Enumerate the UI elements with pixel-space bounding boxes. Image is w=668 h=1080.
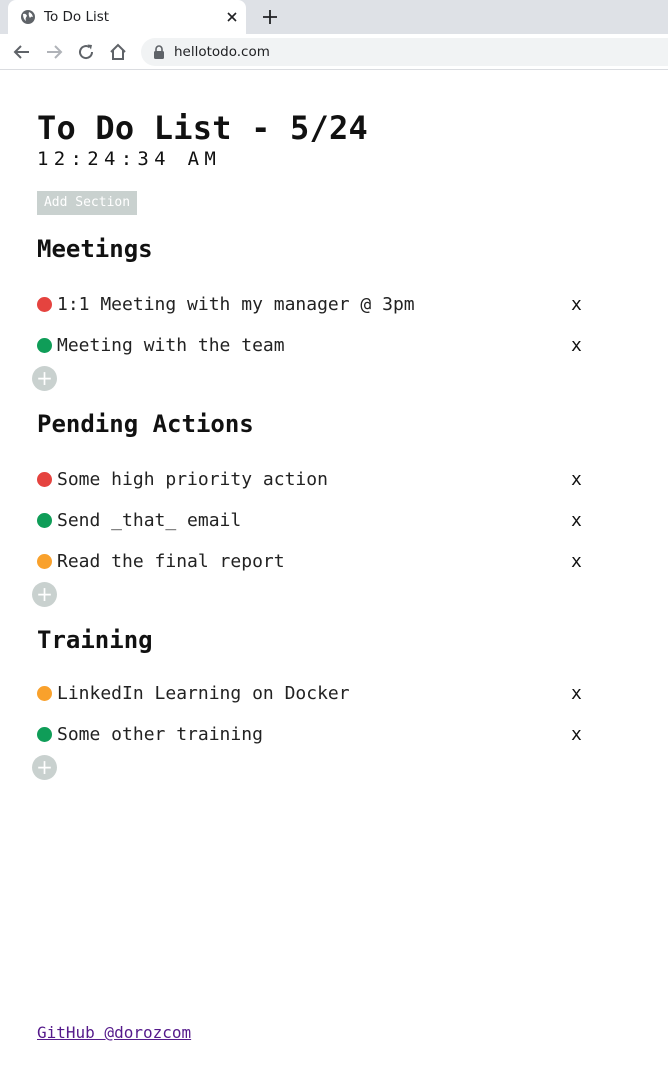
address-bar[interactable]: hellotodo.com (141, 38, 668, 66)
todo-item-text[interactable]: 1:1 Meeting with my manager @ 3pm (57, 293, 415, 317)
add-item-button[interactable]: + (32, 582, 57, 607)
priority-dot-red (37, 297, 52, 312)
todo-item: Send _that_ email x (37, 509, 597, 533)
priority-dot-green (37, 338, 52, 353)
remove-item-button[interactable]: x (571, 550, 582, 574)
todo-item-text[interactable]: LinkedIn Learning on Docker (57, 682, 350, 706)
remove-item-button[interactable]: x (571, 468, 582, 492)
todo-item: Read the final report x (37, 550, 597, 574)
remove-item-button[interactable]: x (571, 723, 582, 747)
todo-item: Some high priority action x (37, 468, 597, 492)
new-tab-icon[interactable] (261, 8, 279, 26)
url-text: hellotodo.com (174, 44, 270, 60)
todo-item-text[interactable]: Send _that_ email (57, 509, 241, 533)
remove-item-button[interactable]: x (571, 509, 582, 533)
priority-dot-red (37, 472, 52, 487)
browser-toolbar: hellotodo.com (0, 34, 668, 70)
todo-item: Meeting with the team x (37, 334, 597, 358)
remove-item-button[interactable]: x (571, 334, 582, 358)
github-link[interactable]: GitHub @dorozcom (37, 1023, 191, 1042)
remove-item-button[interactable]: x (571, 682, 582, 706)
close-tab-icon[interactable] (224, 9, 240, 25)
remove-item-button[interactable]: x (571, 293, 582, 317)
reload-icon[interactable] (77, 43, 95, 61)
add-item-button[interactable]: + (32, 366, 57, 391)
todo-item-text[interactable]: Read the final report (57, 550, 285, 574)
section-title: Training (37, 626, 153, 654)
home-icon[interactable] (109, 43, 127, 61)
priority-dot-green (37, 513, 52, 528)
todo-item: LinkedIn Learning on Docker x (37, 682, 597, 706)
browser-tab-bar: To Do List (0, 0, 668, 34)
todo-item-text[interactable]: Some high priority action (57, 468, 328, 492)
add-item-button[interactable]: + (32, 755, 57, 780)
add-section-button[interactable]: Add Section (37, 191, 137, 215)
lock-icon (154, 45, 164, 59)
todo-item-text[interactable]: Meeting with the team (57, 334, 285, 358)
page-title: To Do List - 5/24 (37, 109, 368, 147)
globe-icon (21, 10, 35, 24)
todo-item-text[interactable]: Some other training (57, 723, 263, 747)
todo-item: 1:1 Meeting with my manager @ 3pm x (37, 293, 597, 317)
clock: 12:24:34 AM (37, 148, 222, 170)
priority-dot-orange (37, 554, 52, 569)
tab-title: To Do List (44, 9, 110, 25)
section-title: Meetings (37, 235, 153, 263)
back-arrow-icon[interactable] (13, 43, 31, 61)
forward-arrow-icon[interactable] (45, 43, 63, 61)
todo-item: Some other training x (37, 723, 597, 747)
section-title: Pending Actions (37, 410, 254, 438)
priority-dot-orange (37, 686, 52, 701)
priority-dot-green (37, 727, 52, 742)
browser-tab[interactable]: To Do List (8, 0, 246, 34)
